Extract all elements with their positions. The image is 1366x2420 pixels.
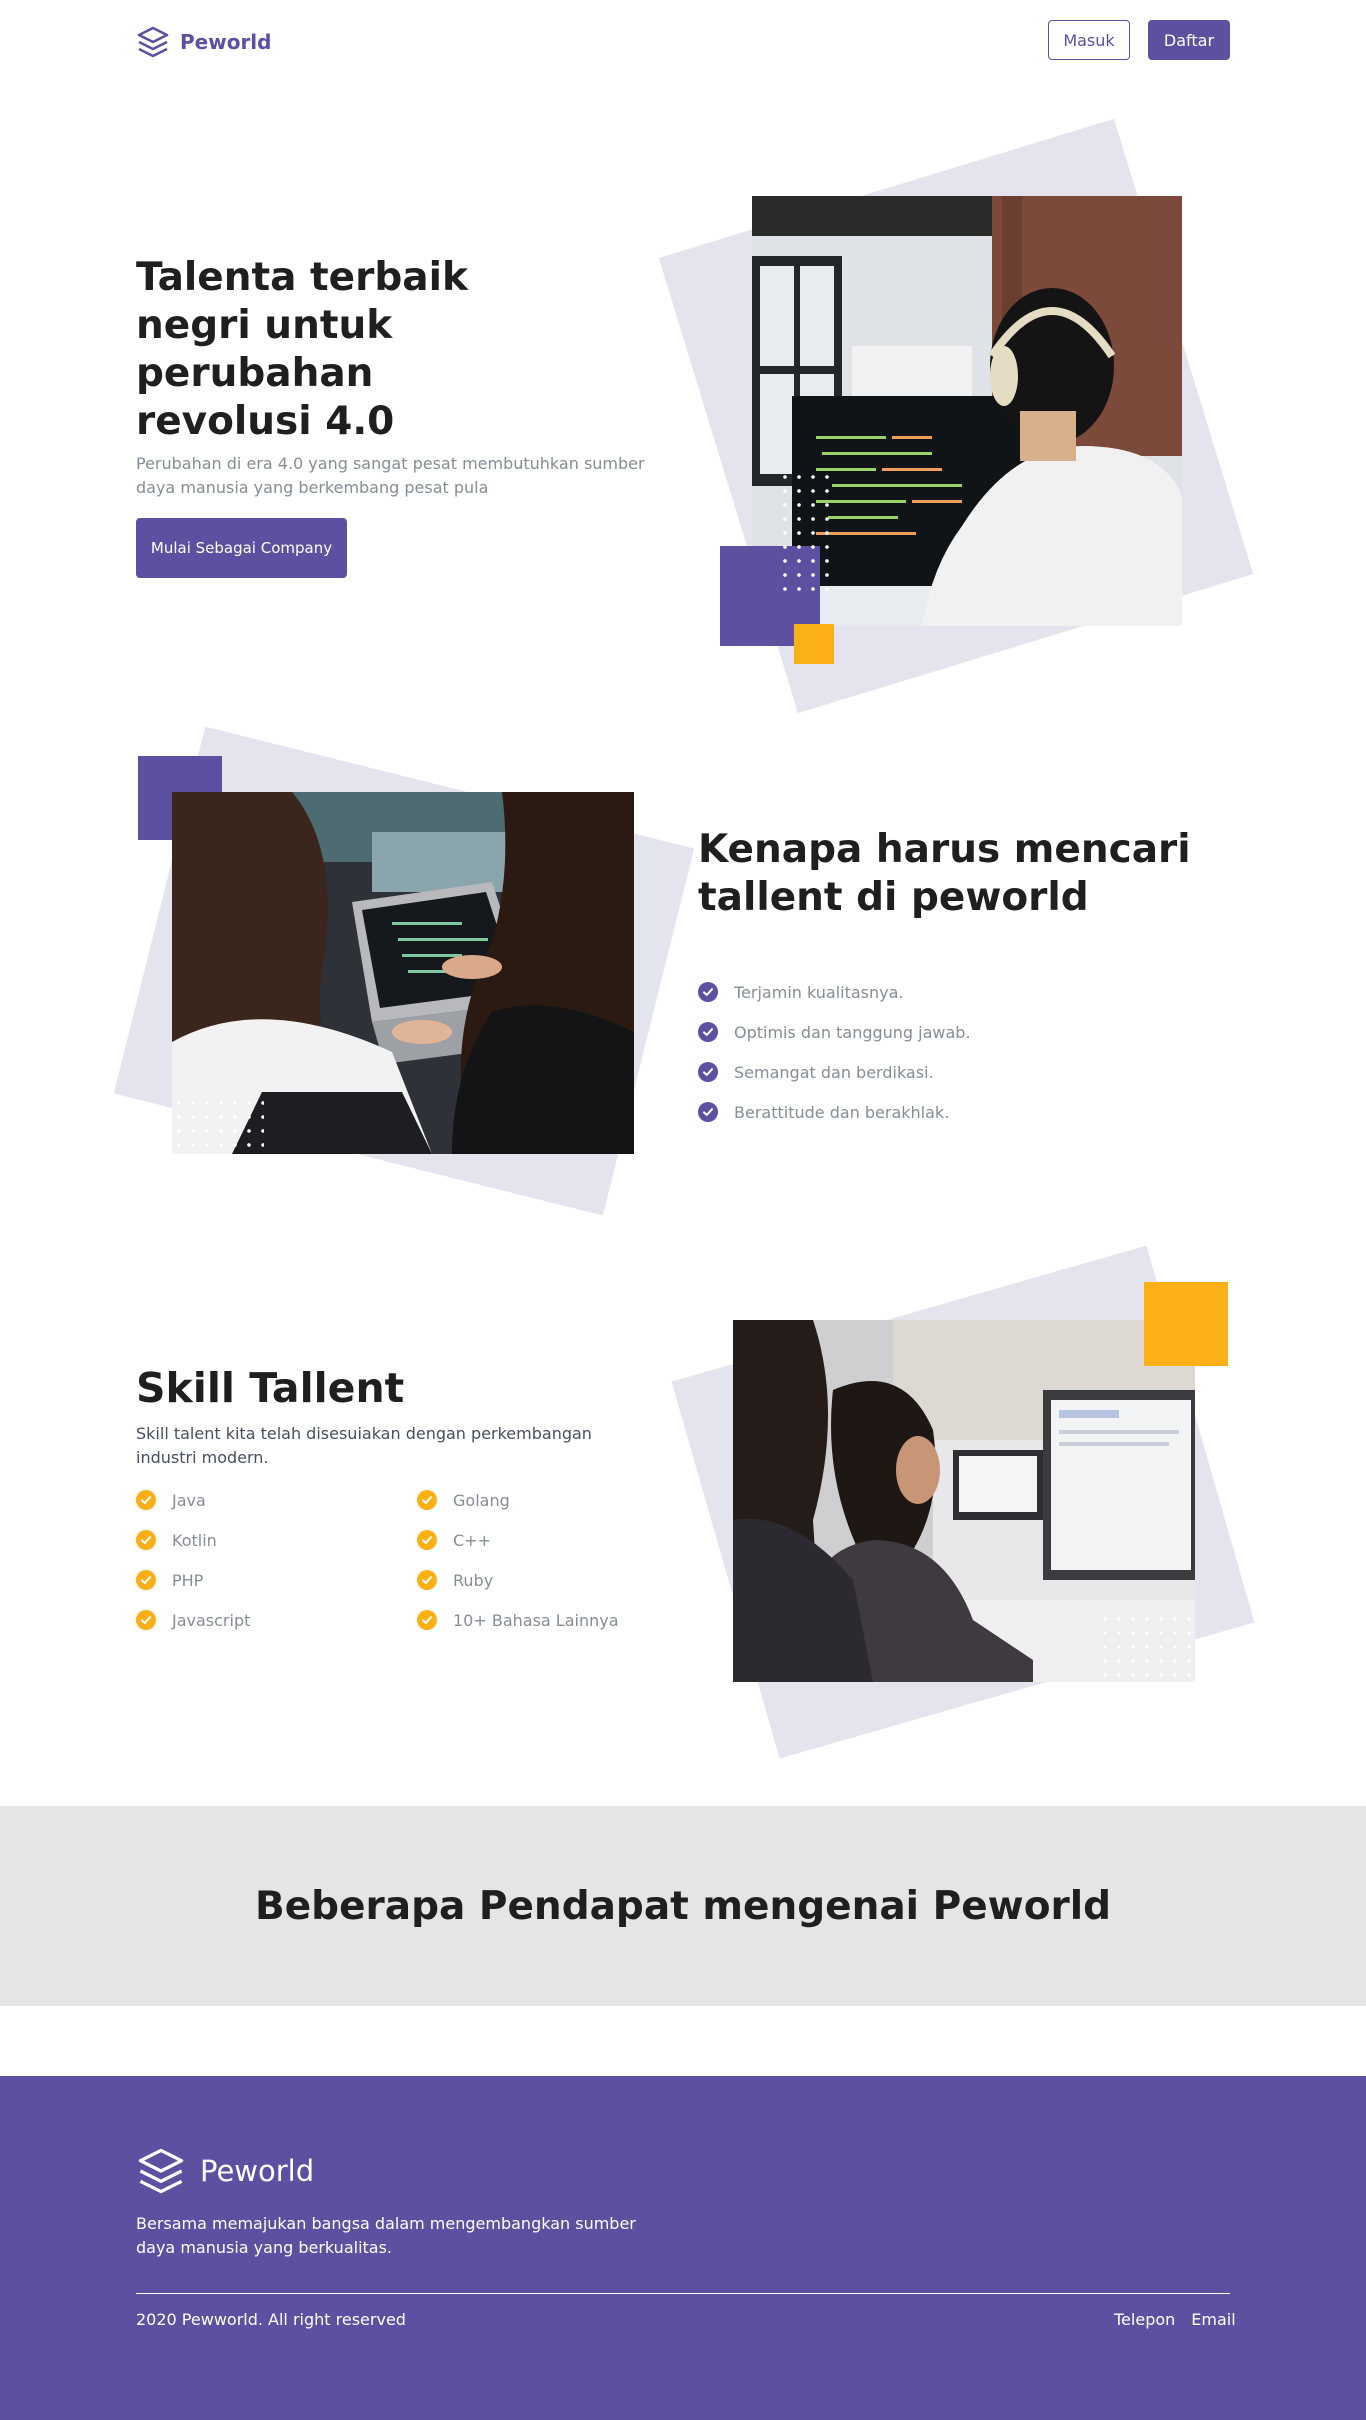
check-circle-icon — [417, 1610, 437, 1630]
list-item-label: Berattitude dan berakhlak. — [734, 1102, 950, 1122]
register-button[interactable]: Daftar — [1148, 20, 1230, 60]
testimonial-section: Beberapa Pendapat mengenai Peworld — [0, 1806, 1366, 2006]
why-check-list: Terjamin kualitasnya. Optimis dan tanggu… — [698, 972, 971, 1132]
brand-logo[interactable]: Peworld — [136, 22, 271, 62]
skill-label: Golang — [453, 1490, 510, 1510]
list-item: Optimis dan tanggung jawab. — [698, 1012, 971, 1052]
check-circle-icon — [136, 1610, 156, 1630]
layers-icon — [138, 2148, 184, 2194]
why-dot-pattern — [172, 1096, 264, 1154]
hero-title: Talenta terbaik negri untuk perubahan re… — [136, 255, 468, 444]
footer-link-email[interactable]: Email — [1191, 2310, 1235, 2329]
skill-item: Ruby — [417, 1560, 657, 1600]
skill-label: Ruby — [453, 1570, 494, 1590]
list-item-label: Optimis dan tanggung jawab. — [734, 1022, 971, 1042]
list-item: Terjamin kualitasnya. — [698, 972, 971, 1012]
footer-links: Telepon Email — [1114, 2310, 1236, 2329]
list-item: Semangat dan berdikasi. — [698, 1052, 971, 1092]
skill-label: 10+ Bahasa Lainnya — [453, 1610, 619, 1630]
skill-label: Javascript — [172, 1610, 251, 1630]
layers-icon — [137, 26, 169, 58]
check-circle-icon — [136, 1490, 156, 1510]
footer-copyright: 2020 Pewworld. All right reserved — [136, 2310, 406, 2329]
skill-item: C++ — [417, 1520, 657, 1560]
footer-divider — [136, 2293, 1230, 2294]
skill-label: C++ — [453, 1530, 491, 1550]
testimonial-title: Beberapa Pendapat mengenai Peworld — [254, 1883, 1112, 1929]
skill-title: Skill Tallent — [136, 1364, 405, 1412]
check-circle-icon — [698, 1022, 718, 1042]
skill-item: Javascript — [136, 1600, 417, 1640]
footer-description: Bersama memajukan bangsa dalam mengemban… — [136, 2214, 636, 2257]
footer-brand-name: Peworld — [200, 2154, 315, 2188]
check-circle-icon — [698, 1102, 718, 1122]
skill-label: Java — [172, 1490, 206, 1510]
brand-name: Peworld — [180, 30, 272, 54]
check-circle-icon — [136, 1530, 156, 1550]
list-item-label: Terjamin kualitasnya. — [734, 982, 904, 1002]
login-button[interactable]: Masuk — [1048, 20, 1130, 60]
skill-label: Kotlin — [172, 1530, 217, 1550]
skill-item: Golang — [417, 1480, 657, 1520]
hero-subtitle: Perubahan di era 4.0 yang sangat pesat m… — [136, 454, 645, 497]
check-circle-icon — [698, 1062, 718, 1082]
skill-list: Java Golang Kotlin C++ PHP Ruby Javascri… — [136, 1480, 657, 1640]
footer-brand-logo[interactable]: Peworld — [136, 2146, 314, 2196]
skill-label: PHP — [172, 1570, 204, 1590]
skill-item: Kotlin — [136, 1520, 417, 1560]
skill-dot-pattern — [1098, 1612, 1194, 1682]
why-title: Kenapa harus mencari tallent di peworld — [698, 827, 1191, 920]
check-circle-icon — [698, 982, 718, 1002]
check-circle-icon — [417, 1530, 437, 1550]
skill-item: Java — [136, 1480, 417, 1520]
footer-link-phone[interactable]: Telepon — [1114, 2310, 1175, 2329]
check-circle-icon — [136, 1570, 156, 1590]
hero-dot-pattern — [778, 470, 834, 596]
skill-subtitle: Skill talent kita telah disesuiakan deng… — [136, 1424, 592, 1467]
list-item-label: Semangat dan berdikasi. — [734, 1062, 934, 1082]
start-as-company-button[interactable]: Mulai Sebagai Company — [136, 518, 347, 578]
check-circle-icon — [417, 1570, 437, 1590]
hero-yellow-square — [794, 624, 834, 664]
skill-item: PHP — [136, 1560, 417, 1600]
check-circle-icon — [417, 1490, 437, 1510]
skill-item: 10+ Bahasa Lainnya — [417, 1600, 657, 1640]
list-item: Berattitude dan berakhlak. — [698, 1092, 971, 1132]
skill-yellow-square — [1144, 1282, 1228, 1366]
